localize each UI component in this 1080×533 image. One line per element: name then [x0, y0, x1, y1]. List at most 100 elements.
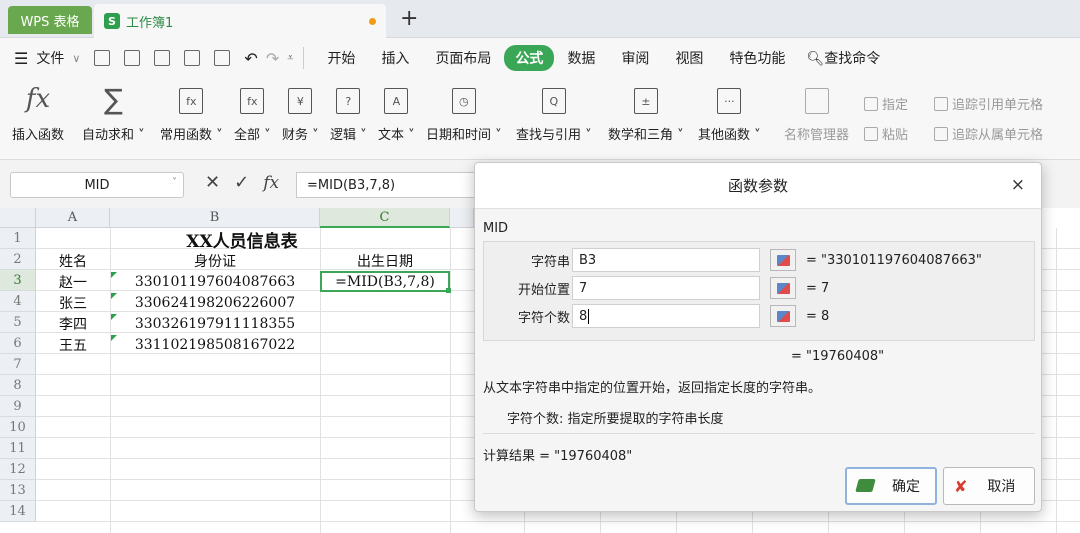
print-preview-icon[interactable]	[214, 50, 231, 66]
cell-name[interactable]: 李四	[36, 313, 110, 334]
argument-result: = "330101197604087663"	[806, 252, 982, 268]
header-name[interactable]: 姓名	[36, 250, 110, 271]
file-menu[interactable]: 文件	[36, 48, 64, 68]
collapse-dialog-button[interactable]	[770, 277, 796, 299]
tab-insert[interactable]: 插入	[368, 48, 422, 68]
save-icon[interactable]	[124, 50, 141, 66]
date-time-button[interactable]: ◷ 日期和时间 ˅	[426, 84, 502, 143]
calculation-result: 计算结果 = "19760408"	[483, 449, 633, 464]
cell-id[interactable]: 330624198206226007	[110, 292, 320, 313]
all-functions-button[interactable]: fx 全部 ˅	[234, 84, 271, 143]
undo-icon[interactable]: ↶	[244, 49, 257, 68]
number-as-text-marker	[111, 314, 117, 320]
column-header-b[interactable]: B	[110, 208, 320, 228]
row-header[interactable]: 10	[0, 417, 36, 438]
cell-id[interactable]: 330101197604087663	[110, 271, 320, 292]
cell-name[interactable]: 张三	[36, 292, 110, 313]
cancel-button[interactable]: ✘ 取消	[943, 467, 1035, 505]
row-header[interactable]: 11	[0, 438, 36, 459]
formula-input[interactable]: =MID(B3,7,8)	[296, 172, 476, 198]
insert-function-button[interactable]: fx 插入函数	[12, 84, 64, 143]
sheet-title[interactable]: XX人员信息表	[110, 229, 374, 252]
row-header[interactable]: 6	[0, 333, 36, 354]
define-name-button[interactable]: 指定	[864, 94, 908, 113]
redo-icon[interactable]: ↷	[266, 49, 279, 68]
formula-result-preview: = "19760408"	[791, 349, 885, 364]
parameter-help: 字符个数: 指定所要提取的字符串长度	[507, 412, 724, 427]
other-functions-button[interactable]: ··· 其他函数 ˅	[698, 84, 761, 143]
column-header-d[interactable]	[450, 208, 474, 228]
collapse-dialog-button[interactable]	[770, 305, 796, 327]
financial-button[interactable]: ¥ 财务 ˅	[282, 84, 319, 143]
row-header[interactable]: 5	[0, 312, 36, 333]
column-header-a[interactable]: A	[36, 208, 110, 228]
active-cell-c3[interactable]: =MID(B3,7,8)	[320, 271, 451, 293]
select-all-corner[interactable]	[0, 208, 36, 228]
text-button[interactable]: A 文本 ˅	[378, 84, 415, 143]
tab-page-layout[interactable]: 页面布局	[422, 48, 504, 68]
ok-button[interactable]: 确定	[845, 467, 937, 505]
tab-review[interactable]: 审阅	[608, 48, 662, 68]
chevron-down-icon[interactable]: ˅	[172, 177, 177, 188]
fx-icon[interactable]: fx	[263, 173, 279, 193]
new-tab-plus-icon[interactable]: +	[400, 6, 418, 31]
column-header-c[interactable]: C	[320, 208, 450, 228]
print-icon[interactable]	[184, 50, 201, 66]
format-painter-icon[interactable]	[154, 50, 171, 66]
math-trig-label: 数学和三角 ˅	[608, 128, 684, 143]
logical-label: 逻辑 ˅	[330, 128, 367, 143]
row-header[interactable]: 3	[0, 270, 36, 291]
row-header[interactable]: 2	[0, 249, 36, 270]
row-header[interactable]: 7	[0, 354, 36, 375]
collapse-dialog-button[interactable]	[770, 249, 796, 271]
row-header[interactable]: 14	[0, 501, 36, 522]
tab-formulas[interactable]: 公式	[504, 45, 555, 71]
num-chars-input[interactable]: 8	[572, 304, 760, 328]
cell-id[interactable]: 330326197911118355	[110, 313, 320, 334]
name-manager-button[interactable]: 名称管理器	[784, 84, 849, 143]
tab-view[interactable]: 视图	[662, 48, 716, 68]
tab-data[interactable]: 数据	[554, 48, 608, 68]
chevron-down-icon[interactable]: ∨	[72, 52, 80, 65]
logical-button[interactable]: ? 逻辑 ˅	[330, 84, 367, 143]
text-argument-input[interactable]: B3	[572, 248, 760, 272]
app-tab[interactable]: WPS 表格	[8, 6, 92, 34]
name-box[interactable]: MID ˅	[10, 172, 184, 198]
autosum-button[interactable]: ∑ 自动求和 ˅	[82, 83, 145, 144]
row-header[interactable]: 13	[0, 480, 36, 501]
name-manager-icon	[804, 88, 829, 114]
open-folder-icon[interactable]	[94, 50, 111, 66]
start-num-input[interactable]: 7	[572, 276, 760, 300]
tab-special-features[interactable]: 特色功能	[716, 48, 798, 68]
paste-name-label: 粘贴	[882, 128, 909, 143]
cell-id[interactable]: 331102198508167022	[110, 334, 320, 355]
fill-handle[interactable]	[446, 288, 451, 293]
cell-name[interactable]: 赵一	[36, 271, 110, 292]
math-trig-button[interactable]: ± 数学和三角 ˅	[608, 84, 684, 143]
header-id[interactable]: 身份证	[110, 250, 320, 271]
title-bar: WPS 表格 S 工作簿1 +	[0, 0, 1080, 38]
customize-icon[interactable]: ⩡	[287, 51, 293, 65]
yen-icon: ¥	[288, 88, 313, 114]
row-header[interactable]: 1	[0, 228, 36, 249]
row-header[interactable]: 4	[0, 291, 36, 312]
trace-precedents-button[interactable]: 追踪引用单元格	[934, 94, 1043, 113]
tab-home[interactable]: 开始	[314, 48, 368, 68]
common-functions-button[interactable]: fx 常用函数 ˅	[160, 84, 223, 143]
row-header[interactable]: 8	[0, 375, 36, 396]
financial-label: 财务 ˅	[282, 128, 319, 143]
paste-name-button[interactable]: 粘贴	[864, 124, 908, 143]
cancel-icon[interactable]: ✕	[205, 172, 220, 193]
document-tab[interactable]: S 工作簿1	[94, 4, 386, 38]
cell-name[interactable]: 王五	[36, 334, 110, 355]
row-header[interactable]: 9	[0, 396, 36, 417]
row-header[interactable]: 12	[0, 459, 36, 480]
hamburger-icon[interactable]: ☰	[14, 49, 28, 68]
dialog-header: 函数参数 ×	[475, 163, 1041, 209]
trace-dependents-button[interactable]: 追踪从属单元格	[934, 124, 1043, 143]
search-command[interactable]: 🔍︎查找命令	[806, 48, 880, 68]
check-icon[interactable]: ✓	[234, 172, 249, 193]
lookup-reference-button[interactable]: Q 查找与引用 ˅	[516, 84, 592, 143]
header-birth[interactable]: 出生日期	[320, 250, 450, 271]
close-icon[interactable]: ×	[1011, 175, 1025, 195]
